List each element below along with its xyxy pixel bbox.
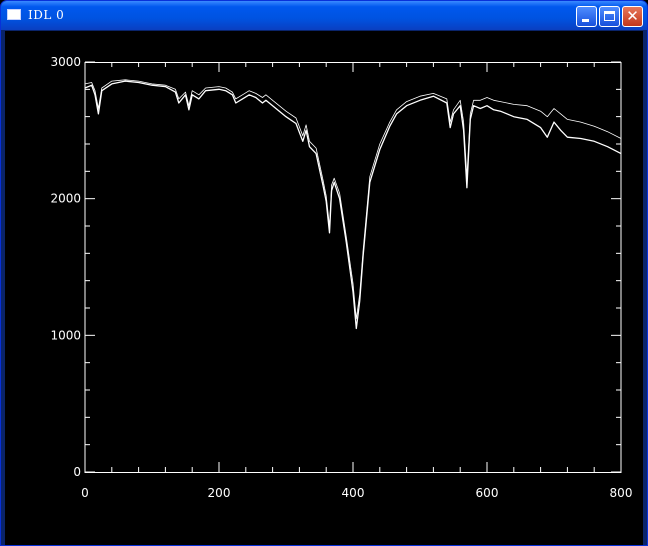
x-tick-label: 0 [81, 486, 89, 500]
idl-window: IDL 0 ✕ 0 200 400 600 800 0 1000 2000 3000 [0, 0, 648, 546]
y-tick-label: 1000 [50, 328, 81, 342]
y-tick-label: 0 [73, 465, 81, 479]
spectrum-plot: 0 200 400 600 800 0 1000 2000 3000 [5, 31, 643, 545]
window-title: IDL 0 [28, 8, 65, 22]
title-bar[interactable]: IDL 0 ✕ [1, 1, 647, 30]
maximize-button[interactable] [599, 6, 620, 27]
plot-area: 0 200 400 600 800 0 1000 2000 3000 [5, 31, 643, 545]
x-tick-label: 800 [610, 486, 633, 500]
x-tick-label: 200 [208, 486, 231, 500]
close-icon: ✕ [626, 7, 639, 25]
window-icon[interactable] [7, 9, 21, 20]
close-button[interactable]: ✕ [622, 6, 643, 27]
minimize-icon [582, 19, 589, 22]
y-tick-label: 2000 [50, 192, 81, 206]
maximize-icon [604, 11, 615, 21]
minimize-button[interactable] [576, 6, 597, 27]
plot-background [5, 31, 643, 545]
y-tick-label: 3000 [50, 55, 81, 69]
x-tick-label: 600 [476, 486, 499, 500]
x-tick-label: 400 [342, 486, 365, 500]
